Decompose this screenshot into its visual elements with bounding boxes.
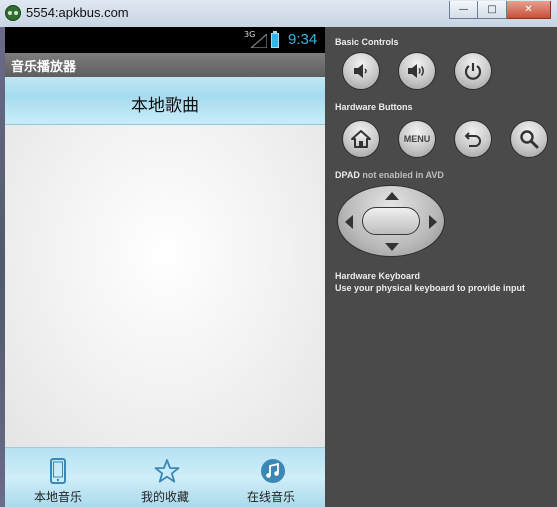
dpad-title: DPAD (335, 170, 360, 180)
app-title-bar: 音乐播放器 (5, 53, 325, 77)
volume-down-icon (354, 64, 367, 78)
star-icon (154, 459, 180, 483)
basic-controls-label: Basic Controls (335, 37, 399, 47)
page-title: 本地歌曲 (131, 96, 199, 116)
phone-icon (50, 458, 66, 484)
back-icon (464, 132, 481, 147)
minimize-button[interactable]: — (449, 1, 478, 19)
music-note-icon (261, 459, 285, 483)
dpad-down-arrow-icon[interactable] (385, 243, 399, 251)
dpad-up-arrow-icon[interactable] (385, 192, 399, 200)
nav-label-local-music: 本地音乐 (33, 490, 82, 504)
search-icon (520, 130, 539, 149)
dpad[interactable] (337, 185, 445, 257)
nav-favorites[interactable]: 我的收藏 (112, 448, 218, 507)
menu-button-label: MENU (403, 134, 431, 144)
signal-icon (251, 34, 267, 48)
dpad-note: not enabled in AVD (362, 170, 444, 180)
home-icon (351, 130, 371, 148)
page-header: 本地歌曲 (5, 77, 325, 125)
nav-local-music[interactable]: 本地音乐 (5, 448, 111, 507)
power-button[interactable] (454, 52, 492, 90)
search-button[interactable] (510, 120, 548, 158)
power-icon (464, 63, 482, 80)
home-button[interactable] (342, 120, 380, 158)
hardware-keyboard-note: Use your physical keyboard to provide in… (335, 283, 526, 293)
nav-online-music[interactable]: 在线音乐 (218, 448, 324, 507)
bottom-navigation: 本地音乐 我的收藏 在线音乐 (5, 447, 325, 507)
app-title: 音乐播放器 (11, 60, 77, 75)
volume-up-button[interactable] (398, 52, 436, 90)
dpad-right-arrow-icon[interactable] (429, 215, 437, 229)
dpad-center-button[interactable] (362, 207, 420, 235)
song-list-area[interactable] (5, 125, 325, 447)
hardware-buttons-label: Hardware Buttons (335, 102, 413, 112)
emulator-control-panel: Basic Controls Hardware Buttons MENU DPA… (325, 27, 557, 507)
volume-up-icon (408, 64, 424, 78)
dpad-left-arrow-icon[interactable] (345, 215, 353, 229)
close-button[interactable]: ✕ (507, 1, 551, 19)
menu-button[interactable]: MENU (398, 120, 436, 158)
nav-label-online-music: 在线音乐 (246, 490, 295, 504)
nav-label-favorites: 我的收藏 (140, 490, 189, 504)
android-emulator-icon (5, 5, 21, 21)
emulator-screen[interactable]: 3G 9:34 音乐播放器 本地歌曲 本地音乐 我的收藏 在线音乐 (5, 27, 325, 507)
status-bar: 3G 9:34 (5, 27, 325, 53)
maximize-button[interactable]: □ (478, 1, 507, 19)
window-title: 5554:apkbus.com (26, 5, 129, 20)
battery-charging-icon (271, 31, 279, 48)
dpad-label: DPAD not enabled in AVD (335, 170, 444, 180)
hardware-keyboard-label: Hardware Keyboard (335, 271, 421, 281)
volume-down-button[interactable] (342, 52, 380, 90)
status-time: 9:34 (288, 31, 318, 48)
window-controls: — □ ✕ (449, 1, 551, 19)
window-titlebar[interactable]: 5554:apkbus.com — □ ✕ (0, 0, 557, 28)
back-button[interactable] (454, 120, 492, 158)
